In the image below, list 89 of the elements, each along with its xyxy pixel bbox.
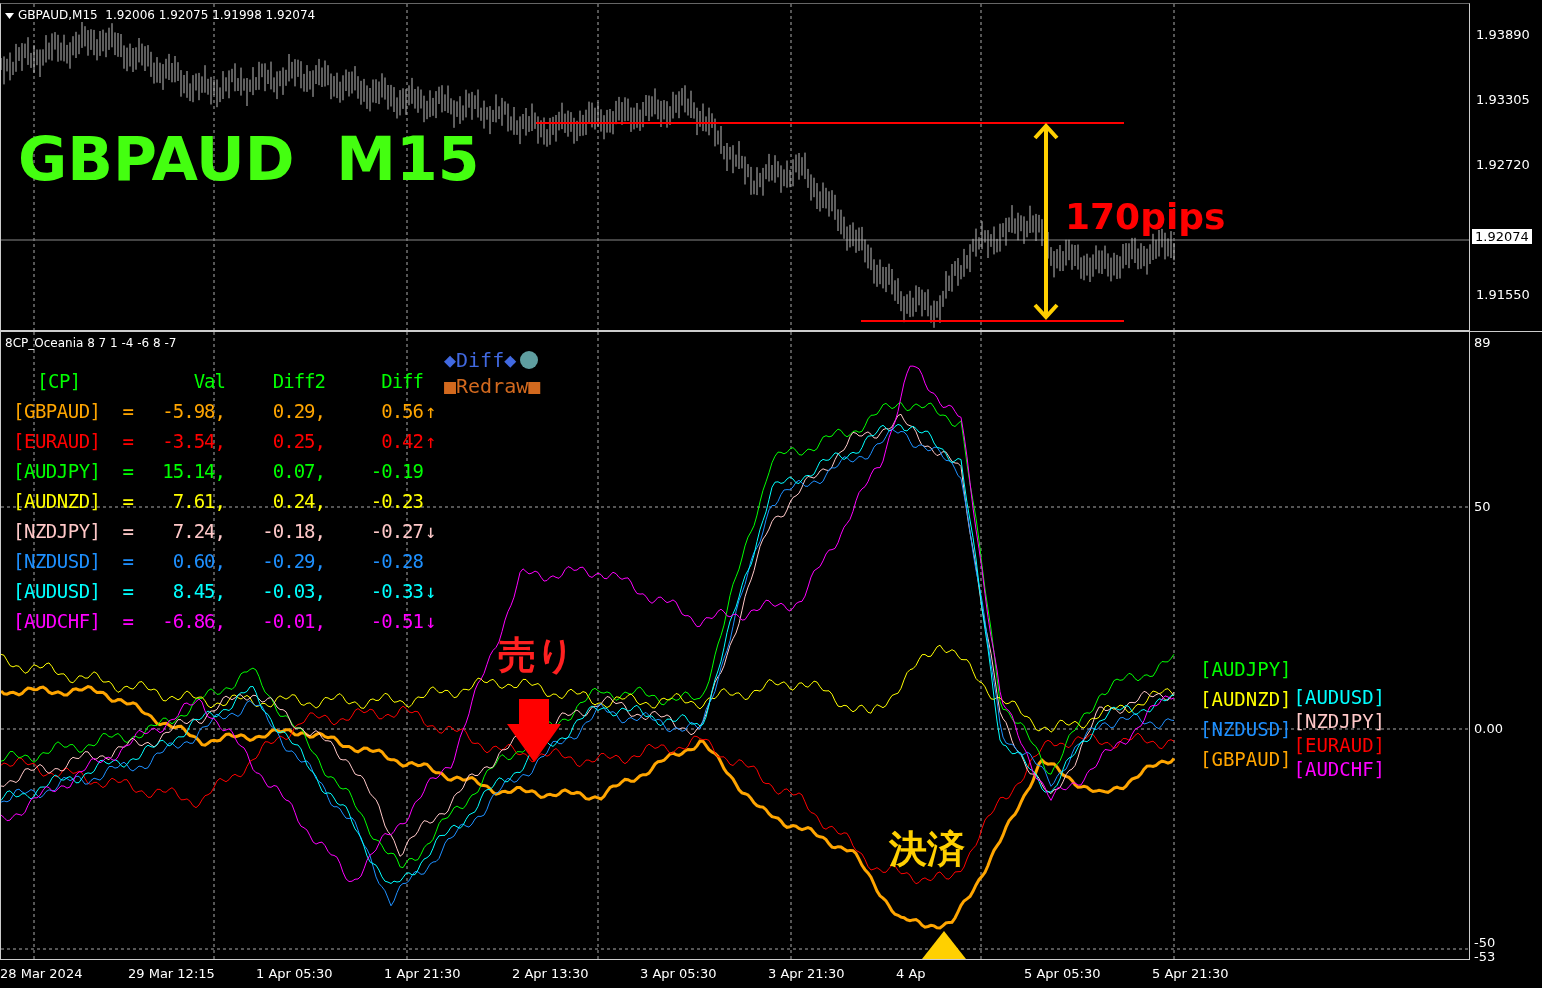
diff2-cell-text: 0.29, [271, 400, 325, 422]
line-label: [GBPAUD] [1200, 748, 1292, 770]
trend-arrow: ↑ [425, 430, 436, 452]
line-label: [AUDUSD] [1293, 686, 1386, 708]
time-label: 3 Apr 05:30 [640, 965, 718, 981]
diff-cell-text: -0.27 [369, 520, 423, 542]
column-header: Diff [380, 370, 423, 392]
pair-label: [AUDNZD] [13, 490, 102, 512]
equals-sign: = [121, 520, 135, 542]
diff-cell-text: -0.23 [369, 490, 423, 512]
value-cell-text: 7.61, [171, 490, 225, 512]
up-arrow-icon [922, 931, 966, 959]
pair-label: [EURAUD] [13, 430, 102, 452]
triangle-down-icon[interactable] [5, 12, 14, 19]
column-header: [CP] [36, 370, 82, 392]
diff-cell-text: 0.42 [380, 430, 423, 452]
close-label: 決済 [889, 826, 965, 873]
diff2-cell-text: -0.01, [261, 610, 325, 632]
circle-icon[interactable] [520, 351, 539, 369]
range-label: 170pips [1065, 196, 1226, 237]
time-label: 1 Apr 21:30 [384, 965, 462, 981]
price-label: 1.92720 [1476, 157, 1530, 172]
column-header: Val [192, 370, 225, 392]
axis-label: -53 [1474, 950, 1496, 964]
diff2-cell-text: 0.24, [271, 490, 325, 512]
line-label: [AUDJPY] [1200, 658, 1292, 680]
line-label: [NZDJPY] [1293, 710, 1386, 732]
line-label: [AUDCHF] [1293, 758, 1386, 780]
line-label: [NZDUSD] [1200, 718, 1292, 740]
trend-arrow: ↓ [425, 520, 436, 542]
value-cell-text: 0.60, [171, 550, 225, 572]
value-cell-text: -6.86, [161, 610, 225, 632]
chart-header: GBPAUD,M15 1.92006 1.92075 1.91998 1.92074 [18, 8, 316, 22]
value-cell-text: -5.98, [161, 400, 225, 422]
axis-label: 89 [1474, 336, 1491, 350]
toggle-button[interactable]: ◆Diff◆ [444, 348, 517, 372]
column-header: Diff2 [271, 370, 325, 392]
toggle-button[interactable]: ■Redraw■ [444, 374, 541, 398]
time-label: 1 Apr 05:30 [256, 965, 334, 981]
value-cell-text: -3.54, [161, 430, 225, 452]
diff-cell-text: -0.51 [369, 610, 423, 632]
sell-label: 売り [498, 632, 575, 679]
time-label: 29 Mar 12:15 [128, 965, 216, 981]
value-cell-text: 8.45, [171, 580, 225, 602]
indicator-name: 8CP_Oceania 8 7 1 -4 -6 8 -7 [5, 336, 177, 350]
trend-arrow: ↑ [425, 400, 436, 422]
time-label: 4 Ap [896, 965, 927, 981]
diff2-cell-text: -0.03, [261, 580, 325, 602]
diff-cell-text: -0.33 [369, 580, 423, 602]
down-arrow-icon [507, 699, 561, 762]
price-label: 1.91550 [1476, 287, 1530, 302]
axis-label: 0.00 [1474, 722, 1503, 736]
diff2-cell-text: 0.25, [271, 430, 325, 452]
equals-sign: = [121, 460, 135, 482]
time-label: 28 Mar 2024 [0, 965, 84, 981]
pair-label: [NZDUSD] [13, 550, 102, 572]
price-label: 1.93890 [1476, 27, 1530, 42]
diff2-cell-text: 0.07, [271, 460, 325, 482]
trend-arrow: ↓ [425, 580, 436, 602]
equals-sign: = [121, 490, 135, 512]
time-label: 5 Apr 21:30 [1152, 965, 1230, 981]
time-label: 5 Apr 05:30 [1024, 965, 1102, 981]
diff-cell-text: 0.56 [380, 400, 423, 422]
diff2-cell-text: -0.18, [261, 520, 325, 542]
pair-label: [AUDUSD] [13, 580, 102, 602]
equals-sign: = [121, 580, 135, 602]
axis-label: -50 [1474, 936, 1496, 950]
value-cell-text: 15.14, [161, 460, 225, 482]
trend-arrow: ↓ [425, 610, 436, 632]
line-label: [EURAUD] [1293, 734, 1386, 756]
diff2-cell-text: -0.29, [261, 550, 325, 572]
diff-cell-text: -0.28 [369, 550, 423, 572]
pair-label: [GBPAUD] [13, 400, 102, 422]
line-label: [AUDNZD] [1200, 688, 1292, 710]
equals-sign: = [121, 610, 135, 632]
equals-sign: = [121, 430, 135, 452]
price-label: 1.93305 [1476, 92, 1530, 107]
pair-label: [AUDJPY] [13, 460, 102, 482]
time-label: 2 Apr 13:30 [512, 965, 590, 981]
pair-label: [AUDCHF] [13, 610, 102, 632]
equals-sign: = [121, 400, 135, 422]
current-price-label: 1.92074 [1472, 229, 1532, 244]
axis-label: 50 [1474, 500, 1491, 514]
chart-title: GBPAUD M15 [18, 124, 480, 194]
equals-sign: = [121, 550, 135, 572]
pair-label: [NZDJPY] [13, 520, 102, 542]
value-cell-text: 7.24, [171, 520, 225, 542]
diff-cell-text: -0.19 [369, 460, 423, 482]
time-label: 3 Apr 21:30 [768, 965, 846, 981]
